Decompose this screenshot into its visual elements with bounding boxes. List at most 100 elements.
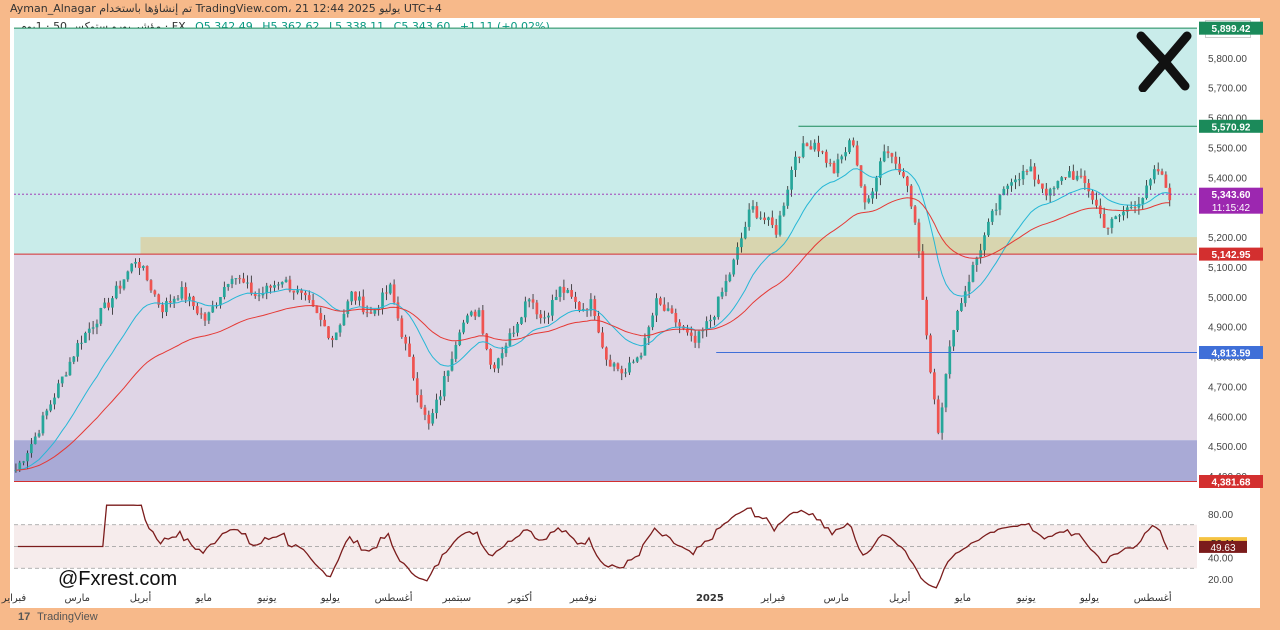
time-tick-1: مارس: [65, 593, 90, 604]
candle-body: [797, 156, 801, 158]
candle-body: [716, 296, 720, 318]
watermark-text: @Fxrest.com: [58, 568, 178, 590]
candle-body: [1010, 182, 1013, 186]
candle-body: [558, 286, 562, 298]
candle-body: [276, 284, 280, 286]
candle-body: [60, 376, 64, 384]
candle-body: [118, 285, 122, 289]
tradingview-footer[interactable]: 17 TradingView: [18, 611, 98, 623]
candle-body: [859, 165, 863, 187]
candle-body: [1071, 171, 1075, 180]
candle-body: [755, 206, 759, 218]
candle-body: [203, 313, 207, 321]
candle-body: [45, 410, 49, 416]
candle-body: [107, 302, 110, 308]
candle-body: [188, 296, 191, 300]
candle-body: [1029, 166, 1033, 172]
candle-body: [1014, 179, 1017, 183]
candle-body: [635, 357, 639, 362]
candle-body: [678, 322, 682, 327]
time-tick-17: أغسطس: [1134, 591, 1172, 604]
candle-body: [392, 284, 396, 303]
candle-body: [458, 332, 462, 346]
candle-body: [794, 156, 797, 170]
candle-body: [346, 301, 350, 314]
candle-body: [95, 323, 99, 328]
price-tick-2: 4,600.00: [1208, 412, 1247, 423]
candle-body: [238, 278, 242, 280]
candle-body: [828, 162, 832, 164]
candle-body: [454, 345, 458, 359]
time-tick-15: يونيو: [1016, 593, 1036, 604]
candle-body: [1017, 179, 1021, 181]
time-tick-9: نوفمبر: [569, 593, 597, 604]
candle-body: [1075, 175, 1079, 180]
candle-body: [180, 287, 184, 299]
zone-middle: [14, 254, 1197, 441]
brand-x-icon: [1136, 31, 1192, 92]
candle-body: [242, 278, 245, 283]
candle-body: [1141, 198, 1145, 204]
price-tick-8: 5,200.00: [1208, 233, 1247, 244]
candle-body: [952, 330, 956, 347]
candle-body: [168, 301, 172, 303]
candle-body: [469, 311, 473, 316]
candle-body: [489, 349, 492, 365]
candle-body: [728, 274, 732, 282]
price-tick-6: 5,000.00: [1208, 293, 1247, 304]
candle-body: [1064, 177, 1067, 179]
candle-body: [983, 235, 986, 251]
candle-body: [161, 304, 164, 313]
candle-body: [990, 210, 994, 222]
candle-body: [925, 299, 929, 336]
candle-body: [936, 399, 940, 433]
time-tick-11: فبراير: [760, 593, 786, 604]
candle-body: [940, 407, 944, 433]
candle-body: [427, 414, 431, 424]
candle-body: [709, 319, 712, 322]
candle-body: [817, 142, 820, 152]
candle-body: [1060, 177, 1064, 182]
candle-body: [419, 395, 423, 408]
candle-body: [902, 172, 905, 177]
candle-body: [909, 185, 913, 207]
candle-body: [334, 332, 338, 340]
candle-body: [1129, 207, 1133, 209]
price-chart[interactable]: 4,400.004,500.004,600.004,700.004,800.00…: [0, 0, 1280, 630]
candle-body: [894, 156, 898, 164]
candle-body: [562, 286, 566, 293]
candle-body: [165, 301, 168, 313]
candle-body: [400, 318, 404, 338]
candle-body: [720, 291, 724, 297]
candle-body: [535, 302, 539, 315]
candle-body: [72, 356, 76, 362]
level-label-1: 5,570.92: [1212, 122, 1251, 133]
candle-body: [57, 383, 60, 398]
candle-body: [412, 356, 415, 379]
rsi-tick-2: 20.00: [1208, 575, 1233, 586]
candle-body: [504, 345, 508, 354]
candle-body: [496, 358, 500, 369]
candle-body: [778, 215, 782, 235]
candle-body: [844, 152, 847, 157]
candle-body: [1164, 174, 1168, 188]
candle-body: [1041, 183, 1044, 189]
candle-body: [1102, 213, 1106, 228]
candle-body: [543, 317, 546, 319]
countdown-label: 11:15:42: [1212, 203, 1251, 214]
candle-body: [226, 284, 230, 288]
candle-body: [230, 278, 234, 285]
candle-body: [307, 295, 311, 301]
candle-body: [385, 292, 388, 294]
candle-body: [103, 302, 107, 309]
candle-body: [960, 303, 963, 311]
candle-body: [315, 306, 319, 314]
candle-body: [99, 308, 103, 324]
candle-body: [446, 370, 450, 377]
candle-body: [651, 315, 655, 328]
candle-body: [898, 163, 901, 173]
time-tick-13: أبريل: [889, 591, 911, 604]
candle-body: [713, 317, 716, 320]
candle-body: [111, 298, 114, 308]
candle-body: [122, 279, 126, 289]
